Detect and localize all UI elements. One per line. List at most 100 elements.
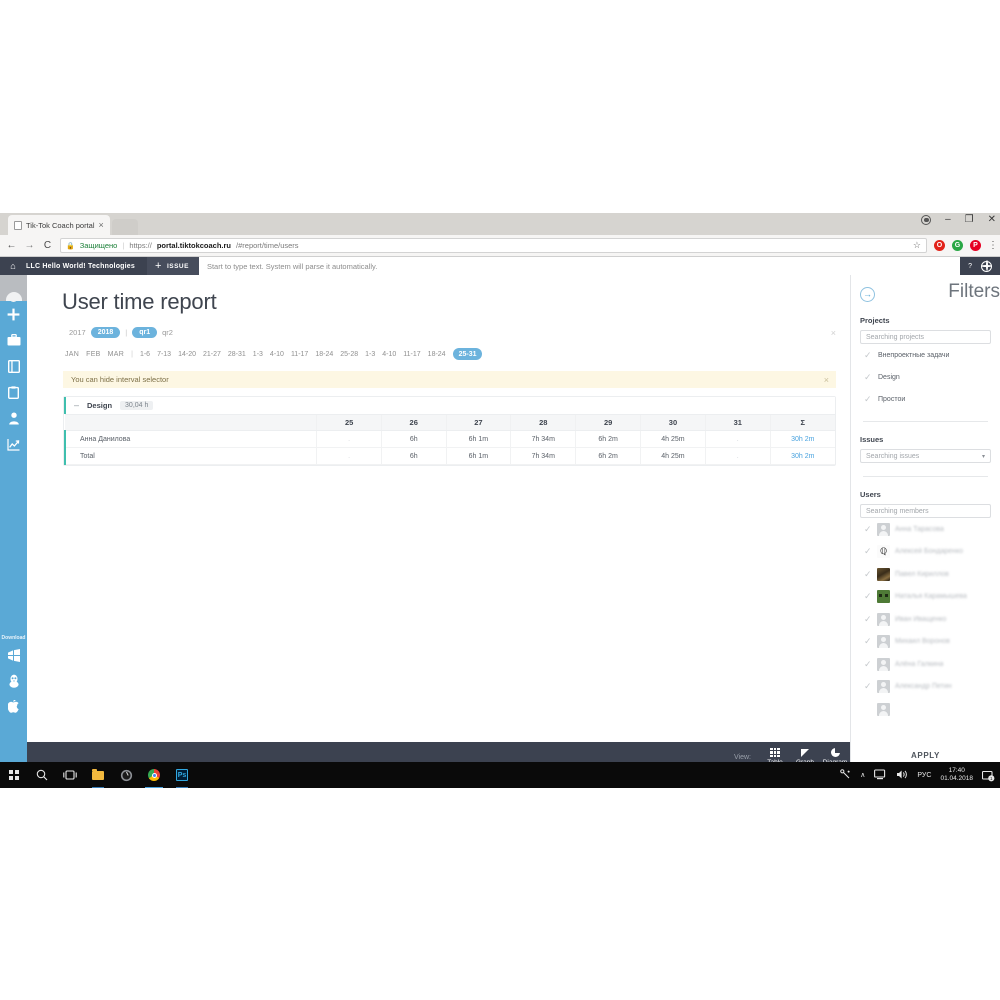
week-option[interactable]: 21-27 [203,351,221,358]
pen-tray-icon[interactable] [840,768,851,782]
reload-icon[interactable]: C [42,240,53,251]
year-2018[interactable]: 2018 [90,327,121,338]
user-option[interactable]: ✓ Алёна Галкина [860,653,991,676]
tray-expand-icon[interactable]: ∧ [860,771,865,779]
browser-menu-icon[interactable]: ⋮ [988,240,998,250]
green-extension-icon[interactable]: G [952,240,963,251]
apple-download-icon[interactable] [7,694,20,720]
sidebar-item-book[interactable] [0,353,27,379]
windows-taskbar: Ps ∧ РУС 17:40 01.04.2018 1 [0,762,1000,788]
cell-25: . [316,447,382,465]
chrome-icon[interactable] [140,762,168,788]
close-period-row-icon[interactable]: × [831,328,836,338]
edge-browser-icon[interactable] [112,762,140,788]
sidebar-item-clipboard[interactable] [0,379,27,405]
month-mar[interactable]: MAR [108,351,124,358]
search-icon[interactable] [28,762,56,788]
month-feb[interactable]: FEB [86,351,101,358]
cell-sum[interactable]: 30h 2m [769,430,835,448]
linux-download-icon[interactable] [8,668,20,694]
browser-tab[interactable]: Tik-Tok Coach portal × [8,215,110,235]
check-icon: ✓ [864,658,872,669]
quarter-qr1[interactable]: qr1 [132,327,158,338]
close-hint-icon[interactable]: × [824,375,829,385]
add-issue-button[interactable]: + ISSUE [147,257,199,275]
user-option[interactable]: ✓ Иван Иващенко [860,608,991,631]
week-option[interactable]: 1-3 [253,351,263,358]
maximize-button[interactable]: ❐ [965,215,974,225]
windows-download-icon[interactable] [7,642,21,668]
new-tab-button[interactable] [111,219,138,235]
forward-icon[interactable]: → [24,240,35,251]
apply-filters-button[interactable]: APPLY [851,751,1000,760]
week-option[interactable]: 11-17 [403,351,420,358]
collapse-filters-icon[interactable]: → [860,286,875,302]
user-label: Иван Иващенко [895,615,947,623]
collapse-group-icon[interactable]: – [74,401,79,410]
sidebar-item-person[interactable] [0,405,27,431]
col-day-26: 26 [380,414,447,431]
photoshop-icon[interactable]: Ps [168,762,196,788]
col-sum: Σ [769,414,835,431]
week-option[interactable]: 4-10 [270,351,284,358]
home-icon[interactable]: ⌂ [0,261,26,271]
week-option[interactable]: 18-24 [428,351,446,358]
sidebar-item-briefcase[interactable] [0,327,27,353]
network-icon[interactable] [874,768,887,782]
user-option[interactable]: ✓ Анна Тарасова [860,518,991,541]
issues-search-select[interactable]: Searching issues ▾ [860,449,991,463]
cell-sum[interactable]: 30h 2m [769,447,835,465]
week-option[interactable]: 7-13 [157,351,171,358]
app-body: Download User time report 2017 2018 | qr… [0,275,1000,772]
week-option[interactable]: 11-17 [291,351,308,358]
week-option-selected[interactable]: 25-31 [452,348,483,360]
task-view-icon[interactable] [56,762,84,788]
profile-icon[interactable] [921,215,932,225]
group-header[interactable]: – Design 30,04 h [64,397,835,414]
quarter-qr2[interactable]: qr2 [162,328,173,337]
opera-extension-icon[interactable]: O [934,240,945,251]
sidebar-item-add[interactable] [0,301,27,327]
project-option[interactable]: ✓ Внепроектные задачи [860,344,991,366]
user-option[interactable]: ✓ ℚ Алексей Бондаренко [860,541,991,564]
file-explorer-icon[interactable] [84,762,112,788]
language-indicator[interactable]: РУС [917,772,931,779]
bookmark-star-icon[interactable]: ☆ [913,240,921,251]
help-icon[interactable]: ? [968,263,972,270]
week-option[interactable]: 4-10 [382,351,396,358]
quick-parse-input[interactable]: Start to type text. System will parse it… [198,257,961,275]
back-icon[interactable]: ← [6,240,17,251]
project-option[interactable]: ✓ Design [860,366,991,388]
notifications-icon[interactable]: 1 [981,770,995,781]
projects-search-input[interactable]: Searching projects [860,330,991,344]
cell-25: . [316,430,382,448]
clock[interactable]: 17:40 01.04.2018 [940,767,973,783]
week-option[interactable]: 18-24 [315,351,333,358]
filters-panel: → Filters Projects Searching projects ✓ … [850,275,1000,772]
week-option[interactable]: 14-20 [178,351,196,358]
week-option[interactable]: 25-28 [340,351,358,358]
volume-icon[interactable] [896,769,908,782]
user-option[interactable]: ✓ Александр Петин [860,676,991,699]
year-2017[interactable]: 2017 [69,328,86,337]
pinterest-extension-icon[interactable]: P [970,240,981,251]
address-bar[interactable]: 🔒 Защищено | https:// portal.tiktokcoach… [60,238,927,253]
avatar[interactable] [0,275,27,302]
close-window-button[interactable]: ✕ [988,215,996,225]
globe-icon[interactable] [980,260,992,272]
month-jan[interactable]: JAN [65,351,79,358]
week-option[interactable]: 28-31 [228,351,246,358]
user-option-partial[interactable] [860,698,991,721]
week-option[interactable]: 1-3 [365,351,375,358]
user-option[interactable]: ✓ Наталья Карамышева [860,586,991,609]
project-option[interactable]: ✓ Простои [860,388,991,410]
close-tab-icon[interactable]: × [99,220,104,230]
minimize-button[interactable]: – [945,215,951,225]
week-option[interactable]: 1-6 [140,351,150,358]
user-option[interactable]: ✓ Павел Кириллов [860,563,991,586]
sidebar-item-chart[interactable] [0,431,27,457]
user-option[interactable]: ✓ Михаил Воронов [860,631,991,654]
clock-time: 17:40 [948,766,965,774]
windows-start-icon[interactable] [0,762,28,788]
users-search-input[interactable]: Searching members [860,504,991,518]
